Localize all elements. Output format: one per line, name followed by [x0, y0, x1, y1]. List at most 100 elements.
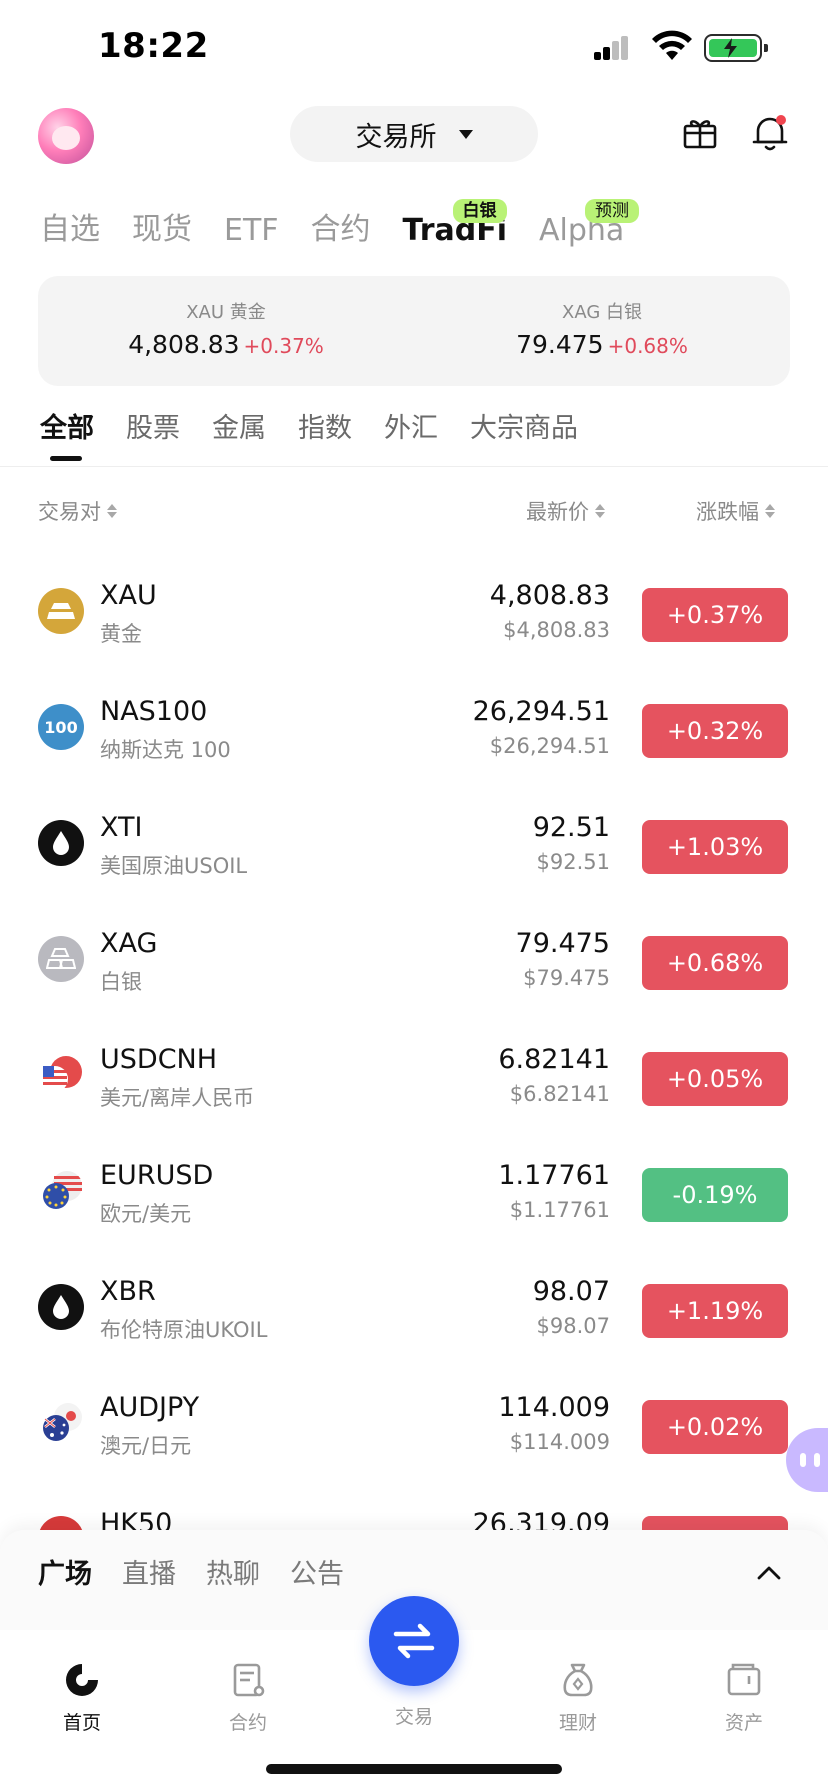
market-tabs: 自选 现货 ETF 合约 TradFi 白银 Alpha 预测 — [40, 198, 656, 248]
table-row[interactable]: EURUSD 欧元/美元 1.17761 $1.17761 -0.19% — [0, 1134, 828, 1250]
active-tab-indicator — [50, 456, 82, 461]
change-badge[interactable]: +1.19% — [642, 1284, 788, 1338]
avatar[interactable] — [38, 108, 94, 164]
feed-tab-announcements[interactable]: 公告 — [290, 1552, 344, 1591]
nav-home[interactable]: 首页 — [32, 1660, 132, 1735]
category-tab-indices[interactable]: 指数 — [298, 406, 352, 445]
category-tab-forex[interactable]: 外汇 — [384, 406, 438, 445]
row-symbol: USDCNH — [100, 1044, 218, 1075]
sort-icon — [107, 504, 117, 518]
row-symbol: NAS100 — [100, 696, 208, 727]
change-badge[interactable]: +0.02% — [642, 1400, 788, 1454]
money-bag-icon — [563, 1663, 593, 1697]
tab-etf[interactable]: ETF — [224, 213, 279, 248]
row-price: 1.17761 — [498, 1160, 610, 1191]
row-price: 6.82141 — [498, 1044, 610, 1075]
futures-icon — [233, 1663, 265, 1697]
row-usd-price: $79.475 — [523, 966, 610, 990]
change-badge[interactable]: +0.05% — [642, 1052, 788, 1106]
nav-futures[interactable]: 合约 — [198, 1660, 298, 1735]
metal-ticker-xau[interactable]: XAU 黄金 4,808.83 +0.37% — [38, 298, 414, 359]
eur-usd-flag-icon — [38, 1168, 84, 1214]
swap-arrows-icon — [393, 1623, 435, 1659]
tab-badge: 预测 — [585, 199, 640, 223]
row-symbol: XAG — [100, 928, 158, 959]
tab-favorites[interactable]: 自选 — [40, 204, 100, 248]
row-price: 79.475 — [515, 928, 610, 959]
nav-label: 合约 — [228, 1712, 267, 1734]
change-badge[interactable]: +0.37% — [642, 588, 788, 642]
cellular-signal-icon — [594, 34, 638, 60]
tab-tradfi[interactable]: TradFi 白银 — [403, 199, 507, 248]
row-name: 纳斯达克 100 — [100, 738, 231, 762]
home-icon — [66, 1664, 98, 1696]
category-tab-all[interactable]: 全部 — [40, 406, 94, 445]
category-tabs: 全部 股票 金属 指数 外汇 大宗商品 — [40, 406, 610, 445]
feed-tab-live[interactable]: 直播 — [122, 1552, 176, 1591]
oil-drop-icon — [38, 1284, 84, 1330]
wallet-icon — [727, 1663, 761, 1696]
status-time: 18:22 — [98, 26, 209, 66]
row-price: 26,294.51 — [472, 696, 610, 727]
row-usd-price: $4,808.83 — [503, 618, 610, 642]
table-row[interactable]: XTI 美国原油USOIL 92.51 $92.51 +1.03% — [0, 786, 828, 902]
table-row[interactable]: USDCNH 美元/离岸人民币 6.82141 $6.82141 +0.05% — [0, 1018, 828, 1134]
change-badge[interactable]: -0.19% — [642, 1168, 788, 1222]
row-price: 98.07 — [532, 1276, 610, 1307]
status-bar: 18:22 — [0, 0, 828, 96]
category-tab-metals[interactable]: 金属 — [212, 406, 266, 445]
sort-by-change[interactable]: 涨跌幅 — [696, 496, 775, 526]
gift-icon[interactable] — [682, 114, 718, 150]
row-name: 欧元/美元 — [100, 1202, 192, 1226]
chevron-up-icon[interactable] — [756, 1560, 782, 1586]
exchange-selector-label: 交易所 — [355, 121, 437, 153]
metals-ticker-card: XAU 黄金 4,808.83 +0.37% XAG 白银 79.475 +0.68… — [38, 276, 790, 386]
chevron-down-icon — [458, 129, 473, 139]
row-usd-price: $6.82141 — [509, 1082, 610, 1106]
row-symbol: XBR — [100, 1276, 156, 1307]
table-row[interactable]: AUDJPY 澳元/日元 114.009 $114.009 +0.02% — [0, 1366, 828, 1482]
table-row[interactable]: XAU 黄金 4,808.83 $4,808.83 +0.37% — [0, 554, 828, 670]
tab-label: ETF — [224, 213, 279, 248]
nav-label: 资产 — [724, 1712, 763, 1734]
aud-jpy-flag-icon — [38, 1400, 84, 1446]
nav-assets[interactable]: 资产 — [694, 1660, 794, 1735]
row-name: 美元/离岸人民币 — [100, 1086, 255, 1110]
nav-earn[interactable]: 理财 — [528, 1660, 628, 1735]
row-usd-price: $98.07 — [536, 1314, 610, 1338]
tab-futures[interactable]: 合约 — [311, 204, 371, 248]
exchange-selector[interactable]: 交易所 — [290, 106, 538, 162]
tab-spot[interactable]: 现货 — [132, 204, 192, 248]
row-symbol: EURUSD — [100, 1160, 214, 1191]
category-tab-stocks[interactable]: 股票 — [126, 406, 180, 445]
change-badge[interactable]: +0.68% — [642, 936, 788, 990]
feed-tab-square[interactable]: 广场 — [38, 1552, 92, 1591]
tab-label: 合约 — [310, 212, 371, 247]
wifi-icon — [652, 30, 692, 60]
table-row[interactable]: 100 NAS100 纳斯达克 100 26,294.51 $26,294.51… — [0, 670, 828, 786]
change-badge[interactable]: +0.32% — [642, 704, 788, 758]
tab-label: 现货 — [132, 212, 192, 247]
sort-by-last-price[interactable]: 最新价 — [526, 496, 605, 526]
row-symbol: AUDJPY — [100, 1392, 200, 1423]
bell-icon[interactable] — [752, 114, 788, 152]
row-symbol: XTI — [100, 812, 143, 843]
metal-price: 79.475 — [516, 330, 604, 359]
metal-ticker-xag[interactable]: XAG 白银 79.475 +0.68% — [414, 298, 790, 359]
change-badge[interactable]: +1.03% — [642, 820, 788, 874]
row-name: 布伦特原油UKOIL — [100, 1318, 268, 1342]
row-name: 美国原油USOIL — [100, 854, 248, 878]
table-row[interactable]: XBR 布伦特原油UKOIL 98.07 $98.07 +1.19% — [0, 1250, 828, 1366]
trade-button[interactable] — [369, 1596, 459, 1686]
nav-label-trade: 交易 — [394, 1706, 433, 1728]
tab-alpha[interactable]: Alpha 预测 — [539, 199, 640, 248]
category-tab-commodities[interactable]: 大宗商品 — [470, 406, 578, 445]
table-row[interactable]: XAG 白银 79.475 $79.475 +0.68% — [0, 902, 828, 1018]
gold-bar-icon — [38, 588, 84, 634]
tab-badge: 白银 — [452, 199, 507, 223]
metal-name: XAG 白银 — [562, 302, 642, 323]
sort-by-pair[interactable]: 交易对 — [38, 496, 117, 526]
row-usd-price: $92.51 — [536, 850, 610, 874]
feed-tab-hot-chat[interactable]: 热聊 — [206, 1552, 260, 1591]
sort-icon — [595, 504, 605, 518]
